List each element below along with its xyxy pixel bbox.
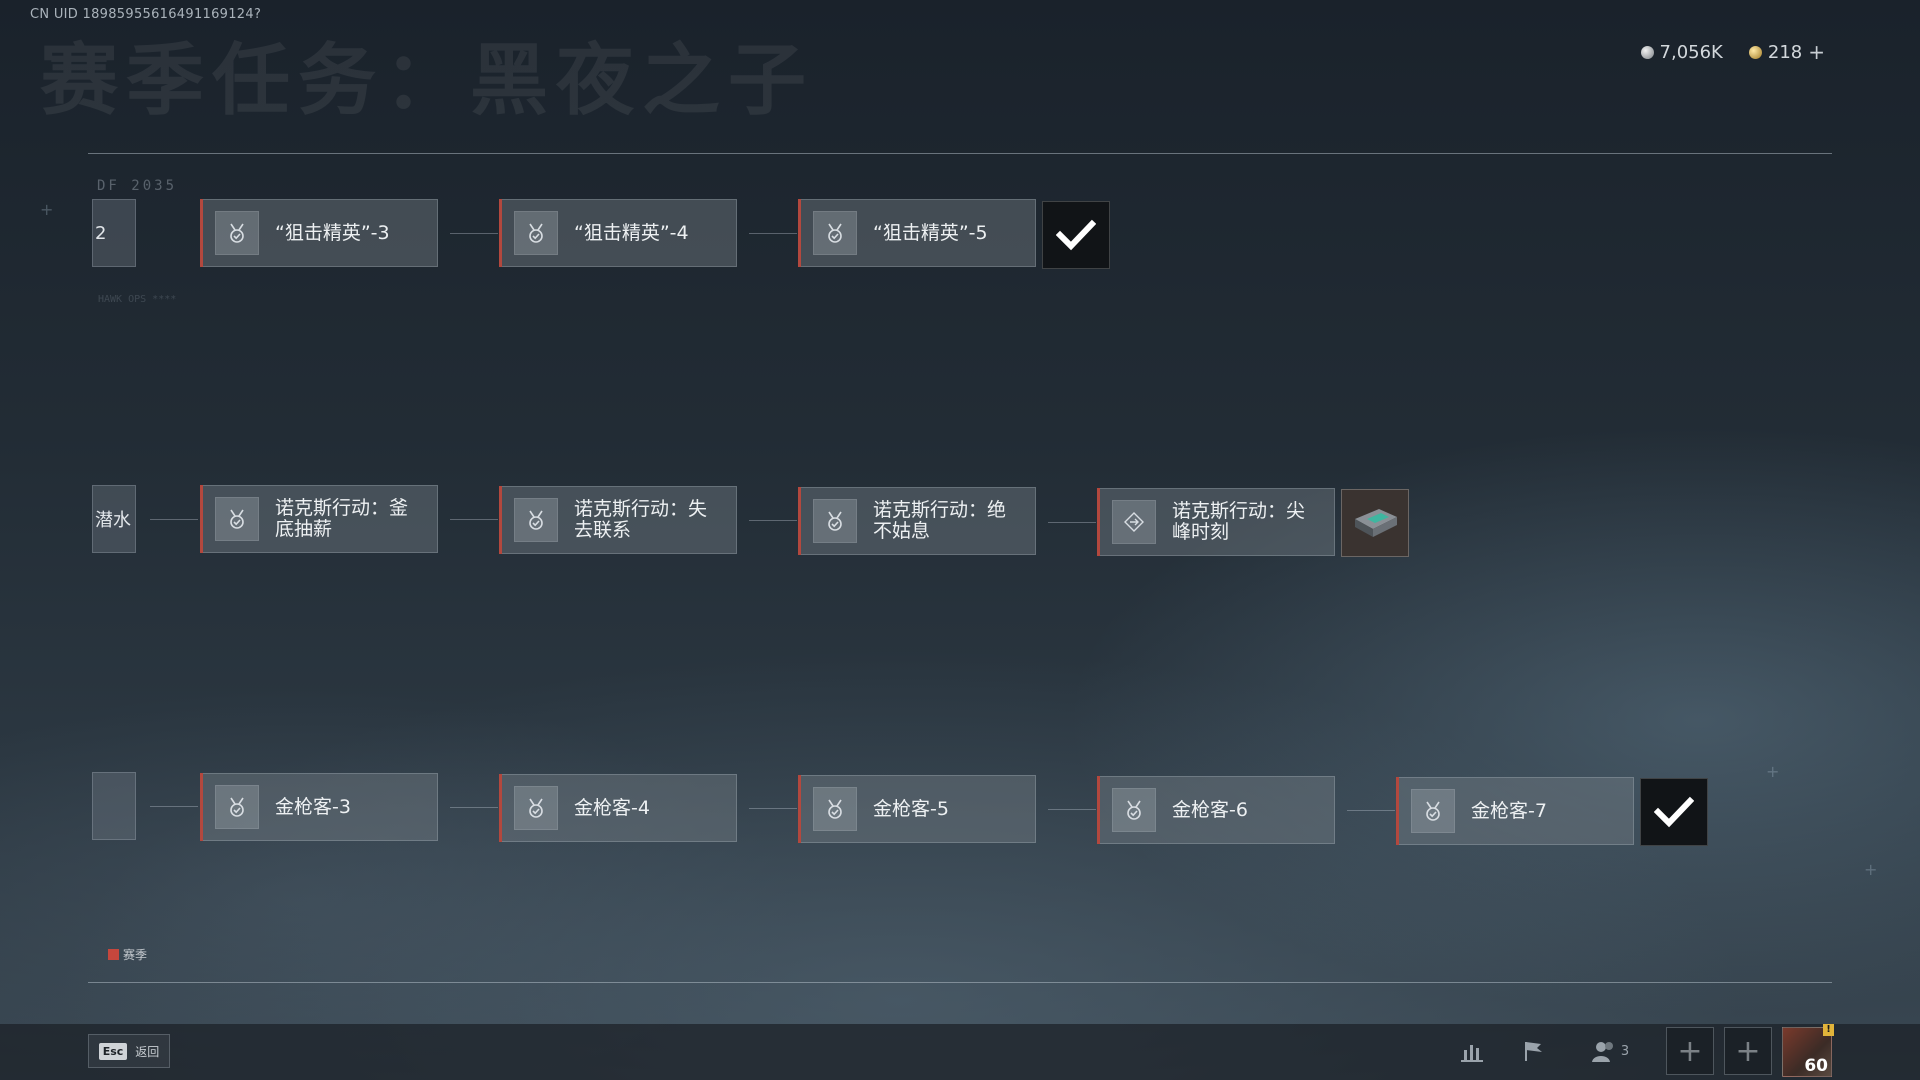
esc-key-icon: Esc bbox=[98, 1042, 128, 1060]
medal-check-icon bbox=[813, 499, 857, 543]
currency-gold: 218 + bbox=[1748, 40, 1825, 64]
mission-label: “狙击精英”-5 bbox=[873, 221, 988, 244]
plus-icon: + bbox=[1677, 1033, 1703, 1069]
mission-label: 金枪客-6 bbox=[1172, 798, 1248, 821]
mission-card[interactable]: 金枪客-7 bbox=[1396, 777, 1634, 845]
bar-chart-icon bbox=[1461, 1045, 1483, 1062]
back-button[interactable]: Esc 返回 bbox=[88, 1034, 170, 1068]
mission-card[interactable]: 金枪客-4 bbox=[499, 774, 737, 842]
connector-line bbox=[1048, 809, 1096, 810]
connector-line bbox=[749, 808, 797, 809]
row-stub[interactable]: 潜水 bbox=[92, 485, 136, 553]
medal-check-icon bbox=[514, 211, 558, 255]
mission-card[interactable]: 金枪客-5 bbox=[798, 775, 1036, 843]
squad-button[interactable]: 3 bbox=[1586, 1027, 1634, 1075]
connector-line bbox=[150, 519, 198, 520]
page-title-ghost: 赛季任务：黑夜之子 bbox=[40, 36, 815, 126]
mission-label: “狙击精英”-3 bbox=[275, 221, 390, 244]
crosshair-decor: + bbox=[1766, 762, 1780, 781]
connector-line bbox=[1347, 810, 1395, 811]
checkmark-icon bbox=[1056, 219, 1096, 251]
stats-button[interactable] bbox=[1454, 1027, 1490, 1075]
silver-coin-icon bbox=[1640, 45, 1654, 59]
mission-label: 诺克斯行动：失去联系 bbox=[574, 498, 708, 541]
mission-card[interactable]: “狙击精英”-5 bbox=[798, 199, 1036, 267]
flag-icon bbox=[1525, 1042, 1542, 1061]
mission-label: 金枪客-7 bbox=[1471, 799, 1547, 822]
connector-line bbox=[749, 233, 797, 234]
legend-label: 赛季 bbox=[123, 948, 148, 962]
silver-amount: 7,056K bbox=[1659, 41, 1723, 63]
squad-count: 3 bbox=[1620, 1043, 1630, 1059]
crosshair-decor: + bbox=[1864, 860, 1878, 879]
connector-line bbox=[450, 519, 498, 520]
row-stub[interactable]: 2 bbox=[92, 199, 136, 267]
connector-line bbox=[749, 520, 797, 521]
medal-check-icon bbox=[215, 497, 259, 541]
df-watermark: DF 2035 bbox=[97, 178, 178, 194]
back-label: 返回 bbox=[135, 1044, 160, 1059]
mission-card[interactable]: “狙击精英”-4 bbox=[499, 199, 737, 267]
mission-card[interactable]: 诺克斯行动：釜底抽薪 bbox=[200, 485, 438, 553]
crosshair-decor: + bbox=[40, 200, 54, 219]
checkmark-icon bbox=[1654, 796, 1694, 828]
player-level: 60 bbox=[1804, 1056, 1828, 1076]
reward-item-badge[interactable] bbox=[1341, 489, 1409, 557]
flag-button[interactable] bbox=[1516, 1027, 1552, 1075]
mission-card[interactable]: 金枪客-3 bbox=[200, 773, 438, 841]
mission-card[interactable]: 诺克斯行动：尖峰时刻 bbox=[1097, 488, 1335, 556]
medal-check-icon bbox=[813, 211, 857, 255]
gold-amount: 218 bbox=[1767, 41, 1803, 63]
medal-check-icon bbox=[514, 786, 558, 830]
connector-line bbox=[450, 233, 498, 234]
medal-check-icon bbox=[813, 787, 857, 831]
completed-badge[interactable] bbox=[1640, 778, 1708, 846]
currency-bar: 7,056K 218 + bbox=[1640, 40, 1825, 64]
item-case-icon bbox=[1355, 509, 1397, 537]
mission-label: 诺克斯行动：尖峰时刻 bbox=[1172, 500, 1306, 543]
gold-coin-icon bbox=[1748, 45, 1762, 59]
alert-badge: ! bbox=[1823, 1024, 1834, 1036]
medal-check-icon bbox=[215, 785, 259, 829]
diamond-arrows-icon bbox=[1112, 500, 1156, 544]
add-currency-button[interactable]: + bbox=[1808, 40, 1825, 64]
player-avatar[interactable]: ! 60 bbox=[1782, 1024, 1834, 1077]
mission-label: “狙击精英”-4 bbox=[574, 221, 689, 244]
mission-card[interactable]: 诺克斯行动：失去联系 bbox=[499, 486, 737, 554]
mission-card[interactable]: 金枪客-6 bbox=[1097, 776, 1335, 844]
mission-card[interactable]: “狙击精英”-3 bbox=[200, 199, 438, 267]
squad-icon bbox=[1591, 1042, 1613, 1062]
medal-check-icon bbox=[514, 498, 558, 542]
mission-label: 金枪客-5 bbox=[873, 797, 949, 820]
row-stub[interactable] bbox=[92, 772, 136, 840]
legend-swatch bbox=[108, 949, 119, 960]
completed-badge[interactable] bbox=[1042, 201, 1110, 269]
connector-line bbox=[150, 806, 198, 807]
mission-tree-frame bbox=[88, 153, 1832, 983]
mission-card[interactable]: 诺克斯行动：绝不姑息 bbox=[798, 487, 1036, 555]
squad-slot-add-button[interactable]: + bbox=[1666, 1027, 1714, 1075]
mission-label: 诺克斯行动：釜底抽薪 bbox=[275, 497, 409, 540]
connector-line bbox=[450, 807, 498, 808]
currency-silver: 7,056K bbox=[1640, 41, 1723, 63]
legend: 赛季 bbox=[108, 946, 147, 963]
hawk-watermark: HAWK OPS **** bbox=[98, 294, 177, 305]
mission-label: 诺克斯行动：绝不姑息 bbox=[873, 499, 1007, 542]
mission-label: 金枪客-4 bbox=[574, 796, 650, 819]
mission-label: 金枪客-3 bbox=[275, 795, 351, 818]
medal-check-icon bbox=[1112, 788, 1156, 832]
plus-icon: + bbox=[1735, 1033, 1761, 1069]
squad-slot-add-button[interactable]: + bbox=[1724, 1027, 1772, 1075]
medal-check-icon bbox=[215, 211, 259, 255]
medal-check-icon bbox=[1411, 789, 1455, 833]
connector-line bbox=[1048, 522, 1096, 523]
